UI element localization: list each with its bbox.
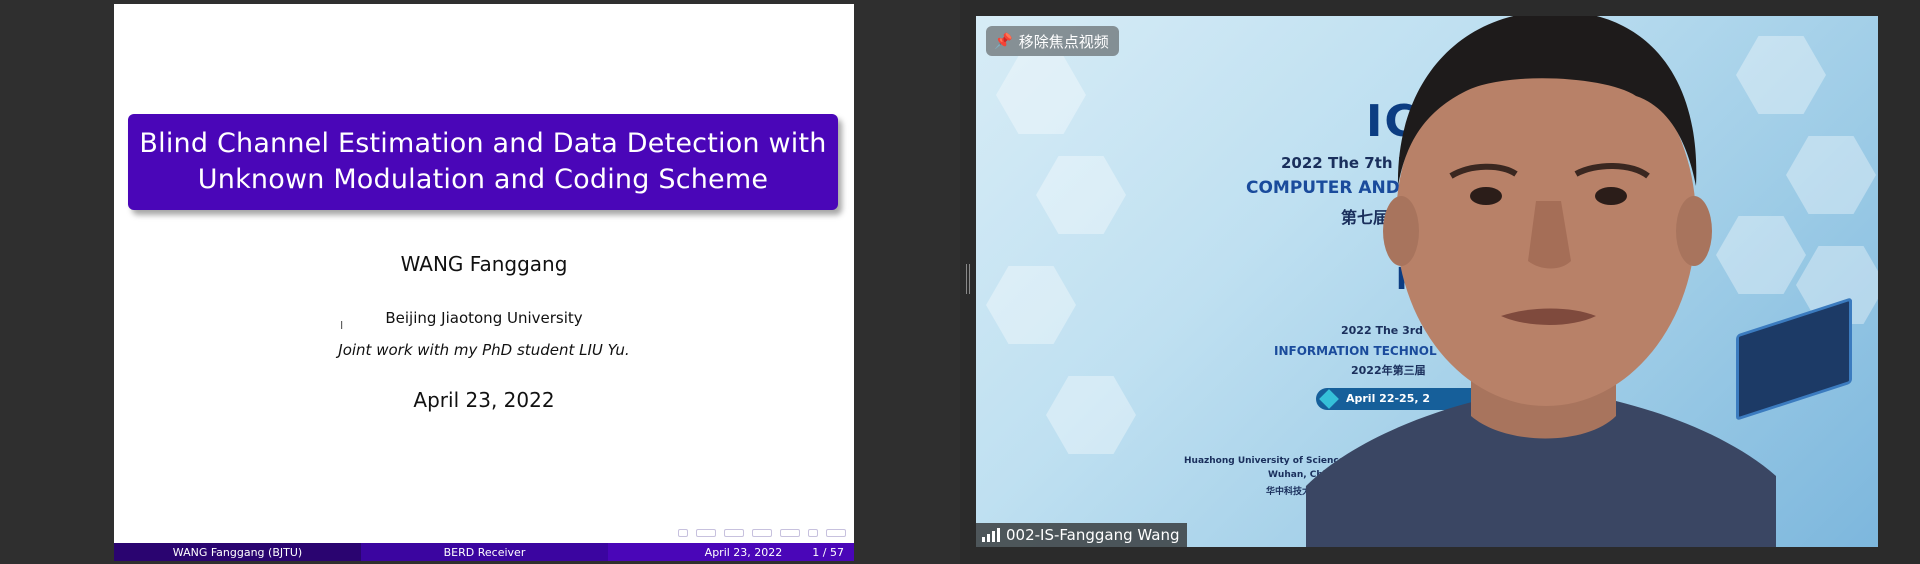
signal-strength-icon [982, 528, 1000, 542]
footer-author-text: WANG Fanggang (BJTU) [172, 545, 303, 559]
background-hex [1046, 376, 1136, 454]
beamer-navigation-symbols[interactable] [678, 527, 846, 539]
nav-search-icon[interactable] [826, 529, 846, 537]
participant-video[interactable]: ICCCS 2022 The 7th Internati COMPUTER AN… [976, 16, 1878, 547]
slide-title-line-2: Unknown Modulation and Coding Scheme [197, 164, 769, 195]
nav-document-icon[interactable] [780, 529, 800, 537]
nav-align-icon[interactable] [808, 529, 818, 537]
slide-title-box: Blind Channel Estimation and Data Detect… [128, 114, 838, 210]
nav-section-icon[interactable] [752, 529, 772, 537]
footer-title: BERD Receiver [361, 543, 608, 561]
footer-page-number: 1 / 57 [812, 545, 844, 559]
nav-prev-icon[interactable] [678, 529, 688, 537]
slide-footer: WANG Fanggang (BJTU) BERD Receiver April… [114, 543, 854, 561]
background-hex [1786, 136, 1876, 214]
background-hex [1036, 156, 1126, 234]
text-cursor-icon: Ⅰ [340, 319, 344, 332]
slide-date: April 23, 2022 [413, 388, 555, 412]
footer-date-text: April 23, 2022 [704, 545, 783, 559]
footer-title-text: BERD Receiver [443, 545, 526, 559]
presentation-slide: Blind Channel Estimation and Data Detect… [114, 4, 854, 561]
participant-name-tag: 002-IS-Fanggang Wang [976, 523, 1188, 547]
slide-title-line-1: Blind Channel Estimation and Data Detect… [139, 128, 827, 159]
participant-person [1306, 16, 1776, 547]
participant-name: 002-IS-Fanggang Wang [1006, 526, 1180, 544]
shared-screen: Blind Channel Estimation and Data Detect… [0, 0, 960, 564]
background-hex [986, 266, 1076, 344]
nav-subsection-icon[interactable] [724, 529, 744, 537]
footer-date-page: April 23, 2022 1 / 57 [608, 543, 854, 561]
footer-author: WANG Fanggang (BJTU) [114, 543, 361, 561]
remove-focus-video-label: 移除焦点视频 [1018, 32, 1109, 51]
slide-institution: Beijing Jiaotong University [385, 309, 583, 327]
slide-author: WANG Fanggang [400, 252, 568, 276]
slide-joint-work: Joint work with my PhD student LIU Yu. [338, 341, 630, 359]
nav-frame-icon[interactable] [696, 529, 716, 537]
panel-divider[interactable] [960, 0, 976, 564]
remove-focus-video-button[interactable]: 📌 移除焦点视频 [986, 26, 1119, 56]
divider-drag-handle-icon[interactable] [966, 264, 970, 294]
pin-icon: 📌 [994, 32, 1013, 50]
background-hex [996, 56, 1086, 134]
